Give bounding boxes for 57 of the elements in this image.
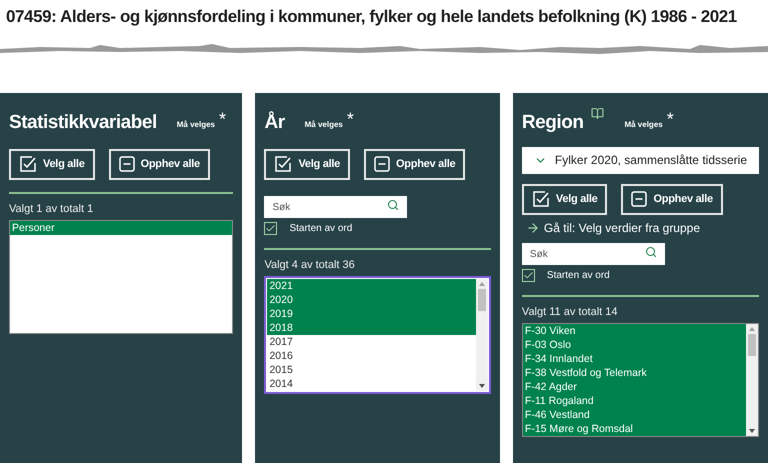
checkbox[interactable] [522, 268, 535, 282]
list-option[interactable]: 2018 [267, 320, 476, 334]
required-label: Må velges [624, 118, 663, 130]
required-label: Må velges [176, 118, 216, 130]
panel-title: År [264, 110, 285, 134]
checkbox[interactable] [264, 222, 278, 234]
select-all-button[interactable]: Velg alle [9, 148, 95, 180]
list-option[interactable]: 2017 [267, 334, 476, 348]
selection-count: Valgt 4 av totalt 36 [264, 258, 356, 272]
deselect-all-button[interactable]: Opphev alle [621, 184, 723, 214]
list-option[interactable]: F-34 Innlandet [522, 352, 746, 366]
list-option[interactable]: 2021 [267, 278, 476, 292]
minus-box-icon [631, 191, 648, 207]
minus-box-icon [374, 156, 390, 172]
list-option[interactable]: F-11 Rogaland [522, 394, 746, 408]
dropdown-value: Fylker 2020, sammenslåtte tidsserie [554, 152, 747, 169]
scroll-thumb[interactable] [478, 288, 486, 310]
search-icon [387, 198, 400, 210]
book-icon[interactable] [591, 106, 604, 120]
select-all-button[interactable]: Velg alle [264, 148, 350, 180]
panel-title: Statistikkvariabel [9, 110, 157, 134]
list-option[interactable]: F-30 Viken [522, 324, 746, 338]
list-option[interactable]: F-15 Møre og Romsdal [522, 422, 746, 436]
scrollbar[interactable] [476, 278, 488, 390]
checkbox-icon [19, 155, 37, 173]
checkbox-label: Starten av ord [289, 222, 352, 236]
selection-count: Valgt 1 av totalt 1 [9, 202, 94, 216]
scroll-down-icon[interactable] [478, 384, 485, 388]
deselect-all-button[interactable]: Opphev alle [108, 148, 210, 180]
required-label: Må velges [304, 118, 343, 130]
minus-box-icon [118, 156, 135, 172]
search-icon [644, 246, 657, 258]
selection-count: Valgt 11 av totalt 14 [522, 304, 619, 318]
scroll-down-icon[interactable] [749, 428, 755, 432]
list-option[interactable]: F-46 Vestland [522, 408, 746, 422]
checkbox-label: Starten av ord [546, 268, 610, 282]
search-field[interactable]: Søk [522, 243, 665, 265]
scrollbar[interactable] [746, 324, 758, 436]
page-title: 07459: Alders- og kjønnsfordeling i kommuner, fylker og hele landets befolkning (K) 1986 - 2021 [5, 6, 738, 28]
panel-title: Region [522, 110, 584, 134]
scroll-thumb[interactable] [748, 334, 756, 356]
list-option[interactable]: F-03 Oslo [522, 338, 746, 352]
dropdown[interactable]: Fylker 2020, sammenslåtte tidsserie [522, 146, 759, 174]
select-all-button[interactable]: Velg alle [522, 184, 608, 214]
required-asterisk: * [219, 110, 226, 128]
required-asterisk: * [346, 110, 354, 128]
checkbox-icon [274, 155, 292, 173]
search-field[interactable]: Søk [264, 196, 408, 218]
goto-link[interactable]: Gå til: Velg verdier fra gruppe [544, 218, 700, 236]
list-option[interactable]: F-38 Vestfold og Telemark [522, 366, 746, 380]
list-option[interactable]: 2020 [267, 292, 476, 306]
required-asterisk: * [666, 110, 674, 128]
deselect-all-button[interactable]: Opphev alle [364, 148, 466, 180]
list-option[interactable]: 2019 [267, 306, 476, 320]
checkbox-icon [532, 190, 550, 208]
list-option[interactable]: Personer [10, 220, 232, 234]
list-option[interactable]: F-42 Agder [522, 380, 746, 394]
